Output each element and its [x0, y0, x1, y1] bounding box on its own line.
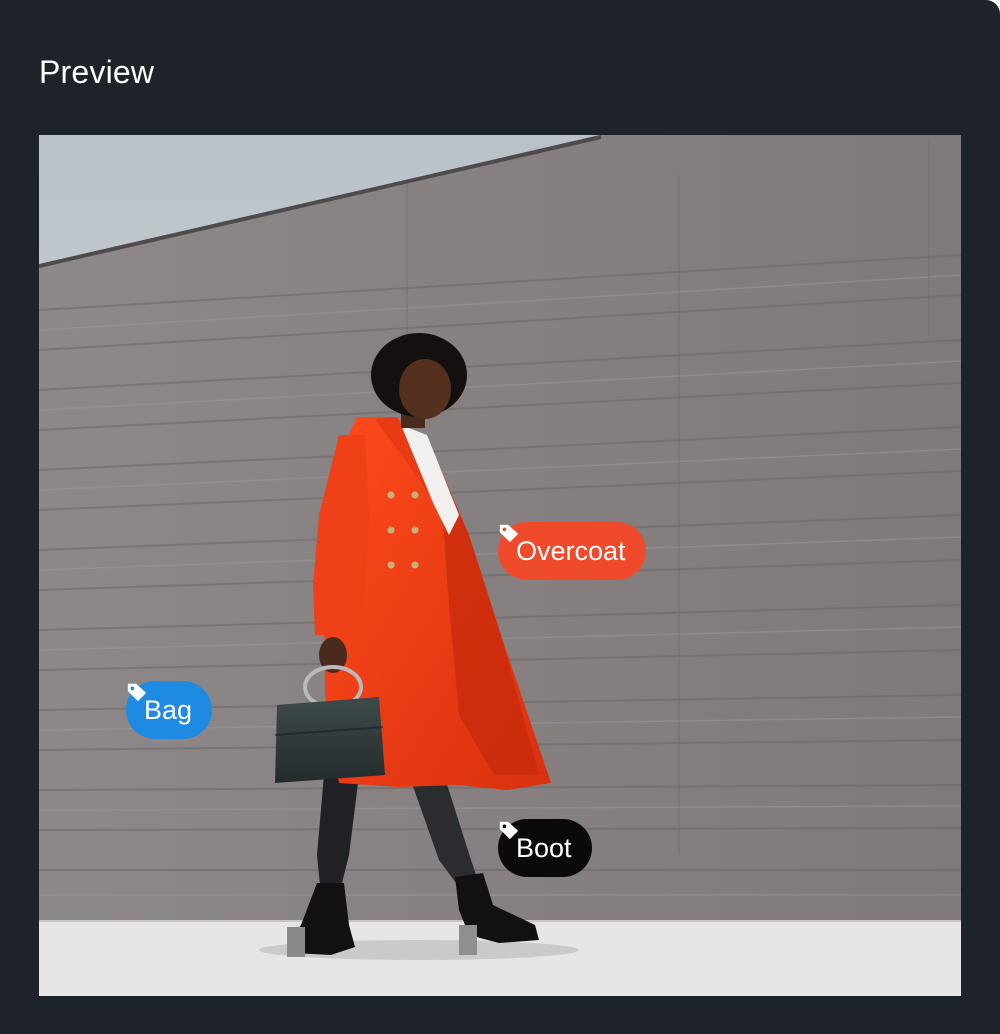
fashion-photo — [39, 135, 961, 996]
tag-label: Boot — [516, 832, 572, 863]
preview-panel: Preview Overcoat Bag Boot — [0, 0, 1000, 1034]
panel-title: Preview — [39, 54, 155, 90]
tag-icon — [127, 683, 147, 702]
tag-icon — [499, 821, 519, 840]
tag-icon — [499, 524, 519, 543]
tag-bag[interactable]: Bag — [126, 681, 213, 739]
preview-image: Overcoat Bag Boot — [39, 135, 961, 996]
tag-label: Bag — [144, 694, 193, 725]
tag-boot[interactable]: Boot — [498, 819, 592, 877]
tag-label: Overcoat — [516, 535, 626, 566]
tag-overcoat[interactable]: Overcoat — [498, 522, 646, 580]
